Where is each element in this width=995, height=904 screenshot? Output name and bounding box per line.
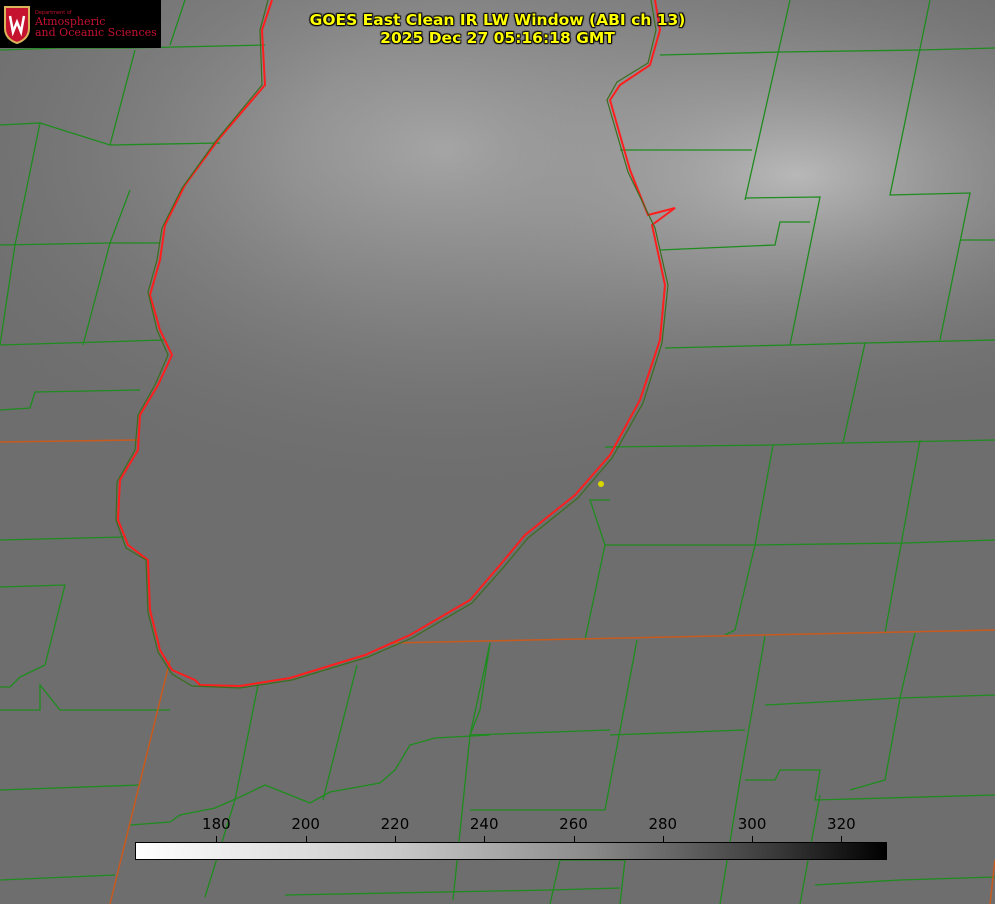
- colorbar-tick-label: 300: [737, 815, 767, 833]
- colorbar-tick-mark: [841, 836, 843, 842]
- image-title: GOES East Clean IR LW Window (ABI ch 13): [309, 11, 686, 29]
- colorbar-tick-label: 180: [202, 815, 231, 833]
- colorbar-tick-label: 320: [827, 815, 856, 833]
- colorbar-tick-label: 220: [380, 815, 410, 833]
- colorbar-tick-label: 260: [559, 815, 588, 833]
- colorbar-tick-mark: [662, 836, 664, 842]
- colorbar-tick-label: 240: [469, 815, 499, 833]
- colorbar-tick-label: 200: [291, 815, 320, 833]
- colorbar-tick-mark: [394, 836, 396, 842]
- colorbar-tick-mark: [305, 836, 307, 842]
- cloud-field-east: [0, 0, 995, 500]
- satellite-map: [0, 0, 995, 904]
- image-timestamp: 2025 Dec 27 05:16:18 GMT: [380, 29, 615, 47]
- colorbar-tick-mark: [752, 836, 754, 842]
- colorbar: [135, 842, 887, 860]
- colorbar-tick-mark: [216, 836, 218, 842]
- location-marker: [598, 481, 604, 487]
- colorbar-tick-mark: [484, 836, 486, 842]
- colorbar-tick-label: 280: [648, 815, 678, 833]
- colorbar-tick-mark: [573, 836, 575, 842]
